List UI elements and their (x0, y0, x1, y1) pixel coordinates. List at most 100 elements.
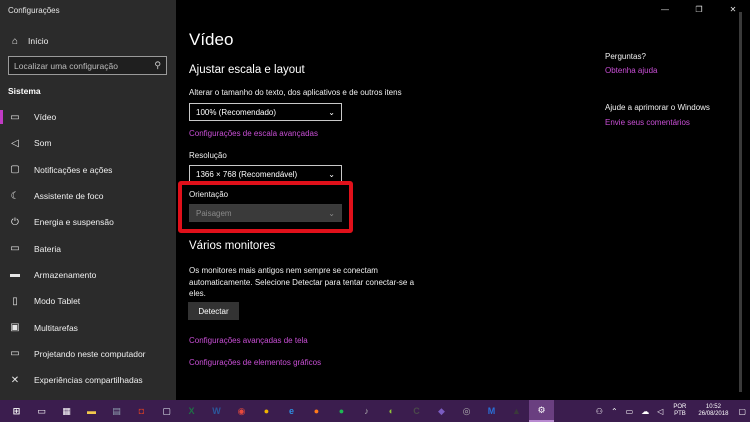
chrome-icon[interactable]: ● (254, 400, 279, 422)
sidebar-item-video[interactable]: ▭ Vídeo (0, 104, 176, 130)
sidebar-item-label: Notificações e ações (34, 164, 113, 175)
word-icon-glyph: W (212, 406, 221, 416)
calculator-icon-glyph: ▦ (62, 405, 71, 416)
search-icon[interactable]: ⚲ (154, 60, 161, 71)
moon-icon: ☾ (10, 190, 20, 202)
close-button[interactable]: ✕ (716, 0, 750, 18)
advanced-display-link[interactable]: Configurações avançadas de tela (189, 336, 308, 345)
sidebar-item-label: Multitarefas (34, 322, 78, 333)
start-icon-glyph: ⊞ (12, 405, 21, 416)
sidebar-item-projecting[interactable]: ▭ Projetando neste computador (0, 341, 176, 367)
taskbar-icons: ⊞ ▭ ▦ ▬ ▤ ◘ ▢ X W ◉ ● e ● ● ♪ ◐ C ◆ ◎ M ▲ ⚙ (4, 400, 554, 422)
task-view-icon[interactable]: ▭ (29, 400, 54, 422)
sidebar-item-label: Início (28, 36, 49, 46)
media-icon[interactable]: ◉ (229, 400, 254, 422)
keyboard-layout: PTB (674, 411, 686, 417)
language-indicator[interactable]: POR PTB (673, 404, 686, 418)
page-title: Vídeo (189, 30, 234, 49)
sidebar-item-focus-assist[interactable]: ☾ Assistente de foco (0, 183, 176, 209)
app-icon-7[interactable]: M (479, 400, 504, 422)
window-title: Configurações (8, 6, 60, 15)
spotify-icon[interactable]: ● (329, 400, 354, 422)
minimize-button[interactable]: — (648, 0, 682, 18)
resolution-label: Resolução (189, 151, 227, 160)
scale-label: Alterar o tamanho do texto, dos aplicati… (189, 88, 402, 97)
action-center-icon[interactable]: ▢ (738, 407, 746, 416)
excel-icon[interactable]: X (179, 400, 204, 422)
sidebar-item-label: Som (34, 138, 52, 149)
cloud-icon[interactable]: ☁ (641, 407, 649, 416)
help-link[interactable]: Obtenha ajuda (605, 66, 658, 75)
scrollbar[interactable] (739, 12, 742, 392)
monitor-icon: ▭ (10, 111, 20, 123)
sidebar-item-battery[interactable]: ▭ Bateria (0, 235, 176, 261)
clock[interactable]: 10:52 26/08/2018 (698, 404, 728, 418)
detect-button[interactable]: Detectar (188, 302, 239, 320)
app-icon-2[interactable]: ◘ (129, 400, 154, 422)
clock-date: 26/08/2018 (698, 411, 729, 417)
scale-value: 100% (Recomendado) (196, 107, 277, 117)
task-view-icon-glyph: ▭ (37, 405, 46, 416)
sidebar-item-tablet[interactable]: ▯ Modo Tablet (0, 288, 176, 314)
app-icon-8[interactable]: ▲ (504, 400, 529, 422)
resolution-value: 1366 × 768 (Recomendável) (196, 169, 298, 179)
sidebar-item-sound[interactable]: ◁ Som (0, 130, 176, 156)
volume-icon[interactable]: ◁ (657, 407, 663, 416)
sidebar-item-label: Bateria (34, 243, 61, 254)
notepad-icon-glyph: ▢ (162, 405, 171, 416)
sidebar-item-label: Modo Tablet (34, 296, 81, 307)
settings-icon[interactable]: ⚙ (529, 400, 554, 422)
music-icon[interactable]: ♪ (354, 400, 379, 422)
notepad-icon[interactable]: ▢ (154, 400, 179, 422)
people-icon[interactable]: ⚇ (596, 407, 603, 416)
settings-icon-glyph: ⚙ (537, 404, 546, 415)
questions-heading: Perguntas? (605, 52, 646, 61)
app-icon-4[interactable]: C (404, 400, 429, 422)
app-icon-3[interactable]: ◐ (379, 400, 404, 422)
firefox-icon[interactable]: ● (304, 400, 329, 422)
sidebar-item-label: Assistente de foco (34, 191, 104, 202)
edge-icon[interactable]: e (279, 400, 304, 422)
app-icon-7-glyph: M (487, 406, 496, 416)
sidebar-item-home[interactable]: ⌂ Início (0, 32, 176, 50)
scale-dropdown[interactable]: 100% (Recomendado) ⌄ (189, 103, 342, 121)
graphics-settings-link[interactable]: Configurações de elementos gráficos (189, 358, 321, 367)
music-icon-glyph: ♪ (364, 406, 369, 416)
monitors-text: Os monitores mais antigos nem sempre se … (189, 266, 415, 298)
share-icon: ✕ (10, 374, 20, 386)
app-icon-6[interactable]: ◎ (454, 400, 479, 422)
storage-icon: ▬ (10, 269, 20, 281)
search-input[interactable] (14, 60, 144, 71)
sidebar-item-label: Armazenamento (34, 269, 97, 280)
start-icon[interactable]: ⊞ (4, 400, 29, 422)
search-box[interactable]: ⚲ (8, 56, 167, 75)
sidebar-item-notifications[interactable]: ▢ Notificações e ações (0, 157, 176, 183)
file-explorer-icon[interactable]: ▬ (79, 400, 104, 422)
power-icon: ⏻ (11, 216, 19, 228)
improve-heading: Ajude a aprimorar o Windows (605, 103, 710, 112)
project-icon: ▭ (10, 348, 20, 360)
sidebar-item-shared-experiences[interactable]: ✕ Experiências compartilhadas (0, 367, 176, 393)
app-icon-2-glyph: ◘ (138, 406, 145, 416)
app-icon-5[interactable]: ◆ (429, 400, 454, 422)
sidebar-item-label: Projetando neste computador (34, 348, 146, 359)
app-icon-1[interactable]: ▤ (104, 400, 129, 422)
speaker-icon: ◁ (11, 137, 19, 149)
word-icon[interactable]: W (204, 400, 229, 422)
network-icon[interactable]: ▭ (626, 407, 634, 416)
sidebar-item-power[interactable]: ⏻ Energia e suspensão (0, 209, 176, 235)
maximize-button[interactable]: ❐ (682, 0, 716, 18)
calculator-icon[interactable]: ▦ (54, 400, 79, 422)
sidebar: Configurações ⌂ Início ⚲ Sistema ▭ Vídeo… (0, 0, 176, 400)
tablet-icon: ▯ (12, 295, 18, 307)
app-icon-3-glyph: ◐ (388, 406, 395, 416)
sidebar-item-storage[interactable]: ▬ Armazenamento (0, 262, 176, 288)
sidebar-item-label: Energia e suspensão (34, 217, 114, 228)
sidebar-nav: ▭ Vídeo ◁ Som ▢ Notificações e ações ☾ A… (0, 104, 176, 393)
chevron-up-icon[interactable]: ⌃ (611, 407, 618, 416)
feedback-link[interactable]: Envie seus comentários (605, 118, 690, 127)
battery-icon: ▭ (10, 243, 20, 255)
language-code: POR (673, 404, 687, 410)
advanced-scale-link[interactable]: Configurações de escala avançadas (189, 129, 318, 138)
sidebar-item-multitasking[interactable]: ▣ Multitarefas (0, 314, 176, 340)
